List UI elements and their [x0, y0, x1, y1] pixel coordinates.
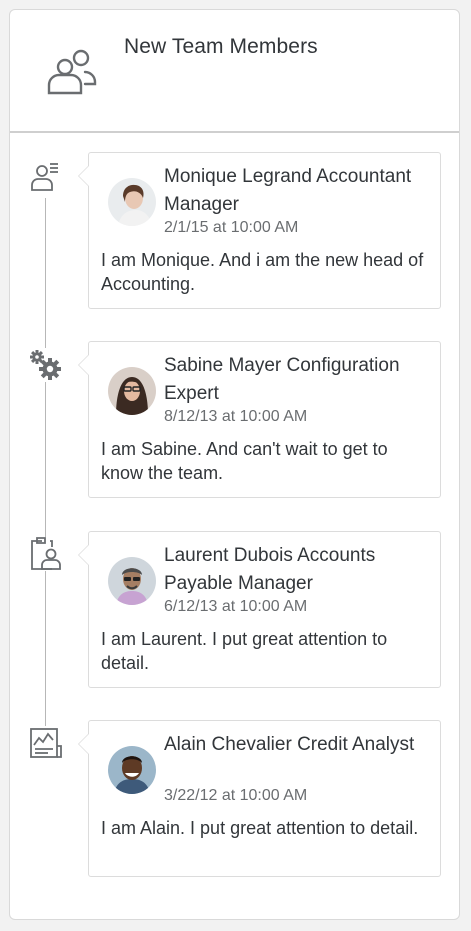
- avatar[interactable]: [108, 557, 156, 605]
- post-date: 2/1/15 at 10:00 AM: [164, 219, 299, 236]
- post-text: I am Sabine. And can't wait to get to kn…: [101, 439, 388, 483]
- settings-gears-icon: [28, 348, 64, 382]
- group-icon: [45, 45, 97, 97]
- post-date: 8/12/13 at 10:00 AM: [164, 408, 308, 425]
- post-author[interactable]: Alain Chevalier Credit Analyst: [164, 731, 434, 759]
- post-text: I am Alain. I put great attention to det…: [101, 818, 419, 838]
- feed-post[interactable]: Sabine Mayer Configuration Expert 8/12/1…: [78, 341, 441, 498]
- feed-post[interactable]: Monique Legrand Accountant Manager 2/1/1…: [78, 152, 441, 309]
- report-chart-icon: [28, 726, 64, 760]
- post-text: I am Laurent. I put great attention to d…: [101, 629, 388, 673]
- employee-list-icon: [28, 160, 64, 194]
- card-title: New Team Members: [124, 35, 318, 58]
- post-author[interactable]: Monique Legrand Accountant Manager: [164, 163, 434, 219]
- avatar[interactable]: [108, 746, 156, 794]
- feed-post[interactable]: Alain Chevalier Credit Analyst 3/22/12 a…: [78, 720, 441, 877]
- feed-post[interactable]: Laurent Dubois Accounts Payable Manager …: [78, 531, 441, 688]
- post-text: I am Monique. And i am the new head of A…: [101, 250, 424, 294]
- post-author[interactable]: Sabine Mayer Configuration Expert: [164, 352, 434, 408]
- post-date: 6/12/13 at 10:00 AM: [164, 598, 308, 615]
- post-date: 3/22/12 at 10:00 AM: [164, 787, 308, 804]
- timeline-line: [45, 198, 46, 758]
- clipboard-person-icon: [28, 537, 64, 571]
- team-members-card: New Team Members Monique Legrand Account…: [9, 9, 460, 920]
- avatar[interactable]: [108, 178, 156, 226]
- avatar[interactable]: [108, 367, 156, 415]
- post-author[interactable]: Laurent Dubois Accounts Payable Manager: [164, 542, 434, 598]
- card-header[interactable]: New Team Members: [10, 10, 459, 133]
